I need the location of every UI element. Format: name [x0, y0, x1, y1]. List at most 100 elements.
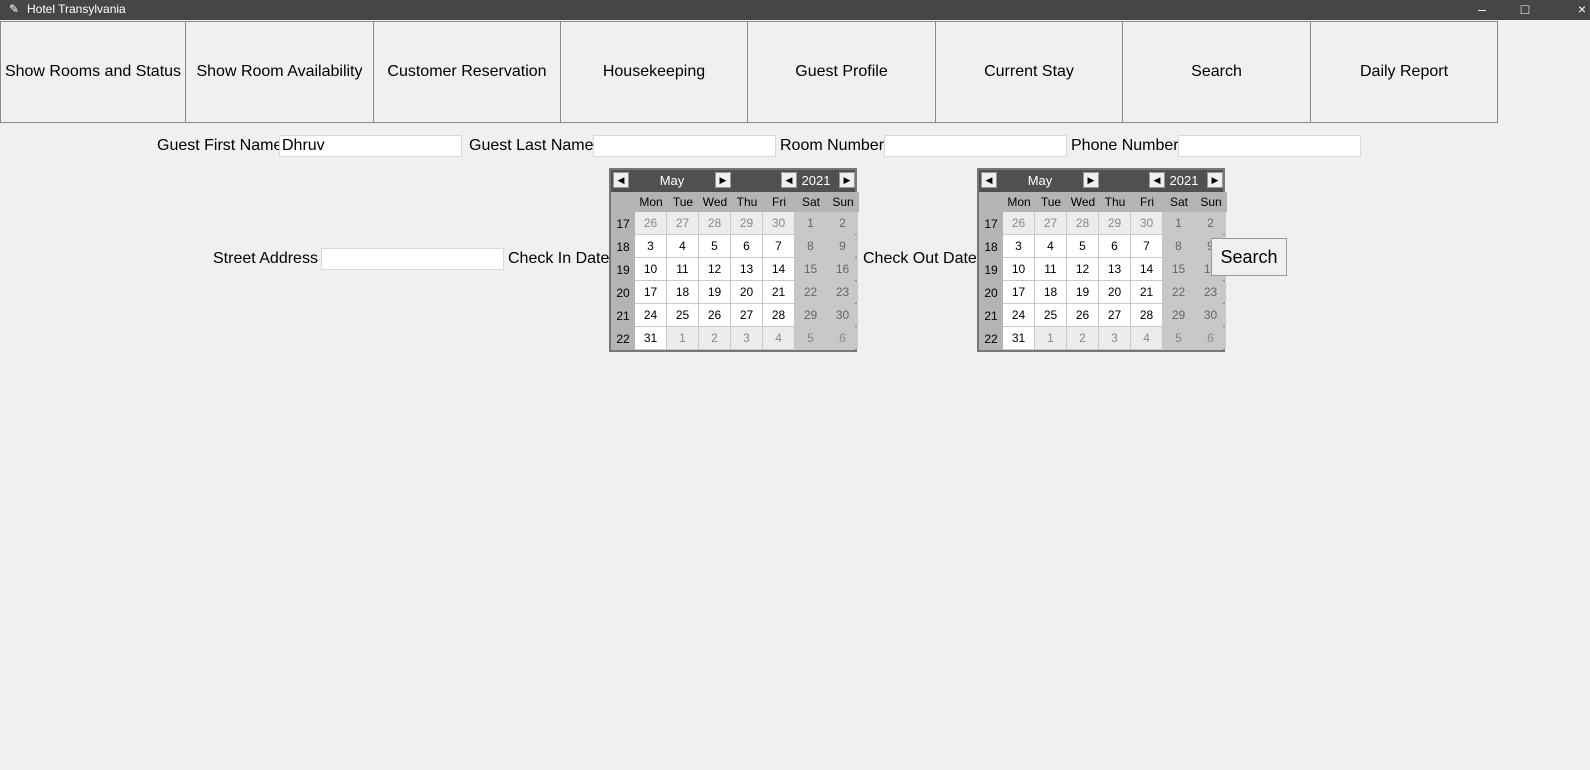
check-in-day-cell[interactable]: 28 — [763, 304, 794, 326]
check-in-day-cell[interactable]: 5 — [795, 327, 826, 349]
check-out-day-cell[interactable]: 12 — [1067, 258, 1098, 280]
check-out-day-cell[interactable]: 30 — [1131, 212, 1162, 234]
check-out-day-cell[interactable]: 31 — [1003, 327, 1034, 349]
check-in-day-cell[interactable]: 31 — [635, 327, 666, 349]
check-out-day-cell[interactable]: 18 — [1035, 281, 1066, 303]
check-in-day-cell[interactable]: 13 — [731, 258, 762, 280]
minimize-button[interactable]: – — [1470, 0, 1494, 20]
check-in-day-cell[interactable]: 29 — [795, 304, 826, 326]
check-in-day-cell[interactable]: 16 — [827, 258, 858, 280]
check-in-day-cell[interactable]: 1 — [667, 327, 698, 349]
check-out-day-cell[interactable]: 28 — [1131, 304, 1162, 326]
show-room-availability-button[interactable]: Show Room Availability — [185, 21, 374, 123]
check-in-day-cell[interactable]: 20 — [731, 281, 762, 303]
check-in-day-cell[interactable]: 30 — [827, 304, 858, 326]
check-in-day-cell[interactable]: 23 — [827, 281, 858, 303]
check-in-day-cell[interactable]: 1 — [795, 212, 826, 234]
check-out-day-cell[interactable]: 22 — [1163, 281, 1194, 303]
check-out-day-cell[interactable]: 27 — [1099, 304, 1130, 326]
check-out-day-cell[interactable]: 5 — [1067, 235, 1098, 257]
check-out-day-cell[interactable]: 7 — [1131, 235, 1162, 257]
check-in-day-cell[interactable]: 24 — [635, 304, 666, 326]
prev-year-button[interactable]: ◀ — [781, 172, 797, 188]
check-in-day-cell[interactable]: 26 — [635, 212, 666, 234]
check-out-day-cell[interactable]: 26 — [1003, 212, 1034, 234]
check-out-day-cell[interactable]: 19 — [1067, 281, 1098, 303]
housekeeping-button[interactable]: Housekeeping — [560, 21, 748, 123]
room-number-input[interactable] — [884, 135, 1067, 157]
check-in-day-cell[interactable]: 11 — [667, 258, 698, 280]
prev-year-button[interactable]: ◀ — [1149, 172, 1165, 188]
check-in-day-cell[interactable]: 30 — [763, 212, 794, 234]
check-out-day-cell[interactable]: 15 — [1163, 258, 1194, 280]
first-name-input[interactable] — [279, 135, 462, 157]
check-out-day-cell[interactable]: 26 — [1067, 304, 1098, 326]
check-out-day-cell[interactable]: 30 — [1195, 304, 1226, 326]
check-out-day-cell[interactable]: 1 — [1163, 212, 1194, 234]
check-in-day-cell[interactable]: 6 — [827, 327, 858, 349]
check-in-day-cell[interactable]: 27 — [731, 304, 762, 326]
check-in-day-cell[interactable]: 8 — [795, 235, 826, 257]
check-out-day-cell[interactable]: 23 — [1195, 281, 1226, 303]
check-out-day-cell[interactable]: 4 — [1131, 327, 1162, 349]
current-stay-button[interactable]: Current Stay — [935, 21, 1123, 123]
check-out-day-cell[interactable]: 2 — [1067, 327, 1098, 349]
check-out-day-cell[interactable]: 29 — [1163, 304, 1194, 326]
check-in-day-cell[interactable]: 27 — [667, 212, 698, 234]
maximize-button[interactable]: □ — [1513, 0, 1537, 20]
check-in-day-cell[interactable]: 25 — [667, 304, 698, 326]
check-in-day-cell[interactable]: 29 — [731, 212, 762, 234]
daily-report-button[interactable]: Daily Report — [1310, 21, 1498, 123]
check-out-day-cell[interactable]: 17 — [1003, 281, 1034, 303]
check-out-day-cell[interactable]: 20 — [1099, 281, 1130, 303]
check-out-day-cell[interactable]: 10 — [1003, 258, 1034, 280]
check-in-day-cell[interactable]: 3 — [731, 327, 762, 349]
next-month-button[interactable]: ▶ — [715, 172, 731, 188]
check-out-day-cell[interactable]: 28 — [1067, 212, 1098, 234]
show-rooms-status-button[interactable]: Show Rooms and Status — [0, 21, 186, 123]
check-out-day-cell[interactable]: 6 — [1099, 235, 1130, 257]
prev-month-button[interactable]: ◀ — [981, 172, 997, 188]
check-out-day-cell[interactable]: 21 — [1131, 281, 1162, 303]
check-in-day-cell[interactable]: 22 — [795, 281, 826, 303]
customer-reservation-button[interactable]: Customer Reservation — [373, 21, 561, 123]
check-in-day-cell[interactable]: 21 — [763, 281, 794, 303]
next-year-button[interactable]: ▶ — [1207, 172, 1223, 188]
close-button[interactable]: × — [1574, 0, 1590, 20]
check-in-day-cell[interactable]: 15 — [795, 258, 826, 280]
check-out-day-cell[interactable]: 1 — [1035, 327, 1066, 349]
street-address-input[interactable] — [321, 248, 504, 270]
phone-number-input[interactable] — [1178, 135, 1361, 157]
check-out-day-cell[interactable]: 29 — [1099, 212, 1130, 234]
check-in-day-cell[interactable]: 4 — [667, 235, 698, 257]
check-out-day-cell[interactable]: 24 — [1003, 304, 1034, 326]
check-out-day-cell[interactable]: 2 — [1195, 212, 1226, 234]
check-in-day-cell[interactable]: 17 — [635, 281, 666, 303]
check-out-day-cell[interactable]: 13 — [1099, 258, 1130, 280]
last-name-input[interactable] — [593, 135, 776, 157]
check-in-day-cell[interactable]: 2 — [827, 212, 858, 234]
check-in-day-cell[interactable]: 6 — [731, 235, 762, 257]
check-in-day-cell[interactable]: 9 — [827, 235, 858, 257]
check-out-day-cell[interactable]: 5 — [1163, 327, 1194, 349]
check-out-day-cell[interactable]: 27 — [1035, 212, 1066, 234]
check-out-day-cell[interactable]: 3 — [1003, 235, 1034, 257]
next-year-button[interactable]: ▶ — [839, 172, 855, 188]
check-in-day-cell[interactable]: 3 — [635, 235, 666, 257]
search-button[interactable]: Search — [1211, 238, 1287, 276]
check-out-day-cell[interactable]: 25 — [1035, 304, 1066, 326]
next-month-button[interactable]: ▶ — [1083, 172, 1099, 188]
check-in-day-cell[interactable]: 26 — [699, 304, 730, 326]
check-in-day-cell[interactable]: 10 — [635, 258, 666, 280]
check-out-day-cell[interactable]: 6 — [1195, 327, 1226, 349]
prev-month-button[interactable]: ◀ — [613, 172, 629, 188]
check-out-day-cell[interactable]: 8 — [1163, 235, 1194, 257]
check-in-day-cell[interactable]: 19 — [699, 281, 730, 303]
check-out-day-cell[interactable]: 14 — [1131, 258, 1162, 280]
check-in-day-cell[interactable]: 5 — [699, 235, 730, 257]
check-out-day-cell[interactable]: 4 — [1035, 235, 1066, 257]
check-in-day-cell[interactable]: 7 — [763, 235, 794, 257]
check-out-day-cell[interactable]: 3 — [1099, 327, 1130, 349]
search-nav-button[interactable]: Search — [1122, 21, 1311, 123]
guest-profile-button[interactable]: Guest Profile — [747, 21, 936, 123]
